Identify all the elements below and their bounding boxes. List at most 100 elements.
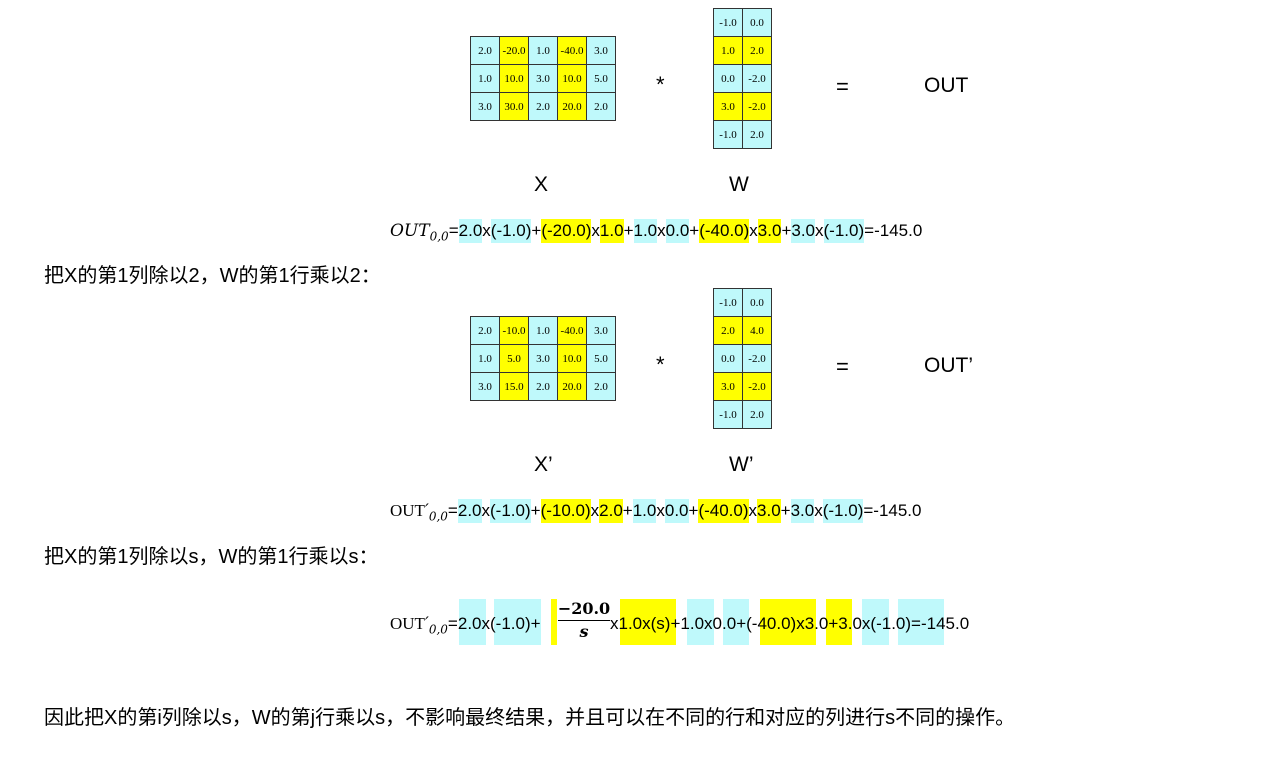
matrix-x: 2.0 -20.0 1.0 -40.0 3.0 1.0 10.0 3.0 10.0 5.0 3.… xyxy=(470,36,616,121)
op: x xyxy=(704,614,713,633)
op: + xyxy=(688,501,699,520)
cell: -40.0 xyxy=(557,316,587,345)
term: (-40.0) xyxy=(699,219,750,243)
cell: -2.0 xyxy=(742,344,772,373)
equation-3-right: x1.0x(s)+1.0x0.0+(-40.0)x3.0+3.0x(-1.0)=… xyxy=(610,612,969,636)
term: 0.0 xyxy=(665,219,690,243)
cell: 5.0 xyxy=(586,344,616,373)
cell: 2.0 xyxy=(742,120,772,149)
cell: -2.0 xyxy=(742,64,772,93)
cell: 3.0 xyxy=(528,64,558,93)
term: 3.0 xyxy=(804,614,829,633)
term: (-1.0) xyxy=(490,499,531,523)
op: x xyxy=(657,221,666,240)
term: 1.0 xyxy=(618,614,643,633)
cell: 10.0 xyxy=(557,64,587,93)
op: x xyxy=(642,614,651,633)
cell: -2.0 xyxy=(742,92,772,121)
term: (-1.0) xyxy=(490,614,531,633)
term: 2.0 xyxy=(458,219,483,243)
cell: 10.0 xyxy=(499,64,529,93)
x-prime-label: X’ xyxy=(534,453,553,476)
cell: -20.0 xyxy=(499,36,529,65)
op: + xyxy=(670,614,681,633)
term: 1.0 xyxy=(633,219,658,243)
equals-symbol: = xyxy=(836,74,849,99)
result: =-145.0 xyxy=(863,501,922,520)
op: x xyxy=(748,501,758,520)
cell: 1.0 xyxy=(528,36,558,65)
cell: 3.0 xyxy=(528,344,558,373)
conclusion-line: 因此把X的第i列除以s，W的第j行乘以s，不影响最终结果，并且可以在不同的行和对… xyxy=(44,707,1016,729)
term: (-1.0) xyxy=(823,219,865,243)
term: 1.0 xyxy=(599,219,624,243)
cell: -40.0 xyxy=(557,36,587,65)
cell: 2.0 xyxy=(713,316,743,345)
term: (-10.0) xyxy=(540,499,591,523)
cell: -2.0 xyxy=(742,372,772,401)
op: x xyxy=(656,501,665,520)
out-label: OUT xyxy=(924,74,969,97)
equation-2: OUT′0,0=2.0x(-1.0)+(-10.0)x2.0+1.0x0.0+(… xyxy=(390,499,922,524)
term: 3.0 xyxy=(757,219,782,243)
op: + xyxy=(689,221,700,240)
x-label: X xyxy=(534,173,549,196)
op: + xyxy=(530,614,541,633)
cell: 5.0 xyxy=(586,64,616,93)
eq-lhs: OUT xyxy=(390,501,425,520)
matrix-w: -1.0 0.0 1.0 2.0 0.0 -2.0 3.0 -2.0 -1.0 2.0 xyxy=(713,8,772,149)
term: 0.0 xyxy=(664,499,689,523)
cell: 0.0 xyxy=(713,64,743,93)
matrix-x-prime: 2.0 -10.0 1.0 -40.0 3.0 1.0 5.0 3.0 10.0 5.0 3.0… xyxy=(470,316,616,401)
times-symbol-2: * xyxy=(656,352,665,377)
times-symbol: * xyxy=(656,72,665,97)
cell: 0.0 xyxy=(713,344,743,373)
op: + xyxy=(623,221,634,240)
equation-1: OUT0,0=2.0x(-1.0)+(-20.0)x1.0+1.0x0.0+(-… xyxy=(390,219,923,244)
fraction: −20.0 s xyxy=(556,599,612,642)
equals-symbol-2: = xyxy=(836,354,849,379)
fraction-numerator: −20.0 xyxy=(557,599,611,618)
op: + xyxy=(828,614,839,633)
term: 3.0 xyxy=(838,614,862,633)
cell: 2.0 xyxy=(528,372,558,401)
cell: 2.0 xyxy=(742,36,772,65)
cell: 2.0 xyxy=(586,92,616,121)
cell: 1.0 xyxy=(713,36,743,65)
op: x xyxy=(481,614,491,633)
cell: 3.0 xyxy=(586,36,616,65)
cell: 1.0 xyxy=(470,344,500,373)
cell: 10.0 xyxy=(557,344,587,373)
cell: 30.0 xyxy=(499,92,529,121)
cell: -1.0 xyxy=(713,8,743,37)
cell: -1.0 xyxy=(713,288,743,317)
cell: 3.0 xyxy=(470,92,500,121)
term: 1.0 xyxy=(680,614,705,633)
cell: 0.0 xyxy=(742,8,772,37)
op: x xyxy=(591,221,600,240)
op: x xyxy=(815,221,824,240)
cell: 0.0 xyxy=(742,288,772,317)
op: + xyxy=(736,614,747,633)
result: =-145.0 xyxy=(911,614,970,633)
term: 3.0 xyxy=(757,499,781,523)
fraction-bar xyxy=(558,620,610,621)
term: (-1.0) xyxy=(490,219,532,243)
op: x xyxy=(861,614,871,633)
explanation-line-1: 把X的第1列除以2，W的第1行乘以2： xyxy=(44,265,381,287)
op: x xyxy=(481,501,491,520)
eq-lhs: OUT xyxy=(390,614,425,633)
op: + xyxy=(622,501,633,520)
term: 2.0 xyxy=(599,499,623,523)
op: + xyxy=(781,221,792,240)
op: x xyxy=(796,614,805,633)
cell: -1.0 xyxy=(713,120,743,149)
eq-lhs: OUT xyxy=(390,221,430,241)
term: 2.0 xyxy=(457,614,482,633)
cell: 2.0 xyxy=(470,36,500,65)
eq-sub: 0,0 xyxy=(428,509,448,524)
eq-sub: 0,0 xyxy=(428,622,448,637)
cell: 5.0 xyxy=(499,344,529,373)
cell: 1.0 xyxy=(528,316,558,345)
cell: 2.0 xyxy=(528,92,558,121)
